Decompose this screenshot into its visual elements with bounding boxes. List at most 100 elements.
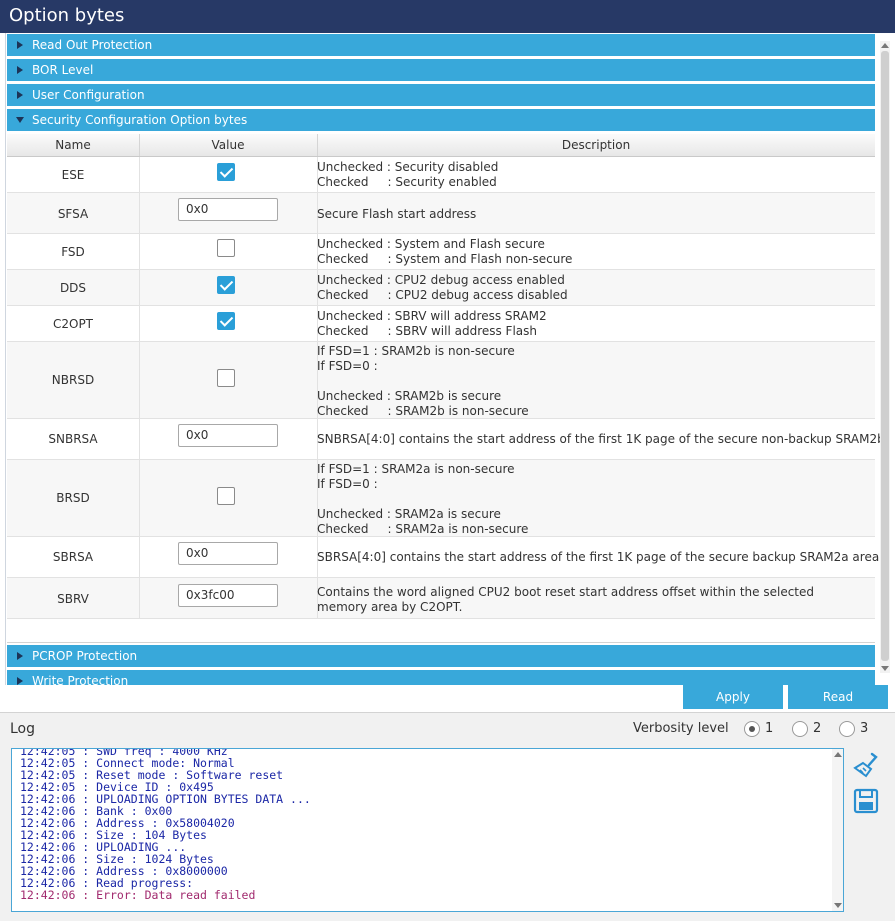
expand-arrow-icon [17, 91, 23, 99]
section-user-configuration[interactable]: User Configuration [7, 84, 875, 106]
scroll-down-icon[interactable] [881, 666, 889, 671]
section-label: Read Out Protection [32, 38, 153, 52]
fsd-checkbox[interactable] [217, 239, 235, 257]
option-name: SBRV [57, 592, 89, 606]
sfsa-input[interactable]: 0x0 [178, 198, 278, 221]
verbosity-level-label: 1 [765, 721, 774, 736]
scroll-down-icon[interactable] [834, 903, 842, 908]
cell-separator [139, 234, 140, 269]
column-header-name[interactable]: Name [7, 138, 139, 152]
c2opt-checkbox[interactable] [217, 312, 235, 330]
nbrsd-checkbox[interactable] [217, 369, 235, 387]
section-security-configuration[interactable]: Security Configuration Option bytes [7, 109, 875, 131]
title-bar: Option bytes [0, 0, 895, 33]
option-description: If FSD=1 : SRAM2a is non-secure If FSD=0… [317, 462, 529, 536]
option-name: ESE [61, 168, 85, 182]
option-name: SNBRSA [48, 432, 98, 446]
table-row: ESE Unchecked : Security disabled Checke… [7, 157, 875, 193]
log-title: Log [10, 721, 36, 737]
section-bor-level[interactable]: BOR Level [7, 59, 875, 81]
table-row: SBRV 0x3fc00 Contains the word aligned C… [7, 578, 875, 619]
cell-separator [139, 342, 140, 418]
option-name: C2OPT [52, 317, 94, 331]
verbosity-radio-2[interactable] [792, 721, 808, 737]
section-read-out-protection[interactable]: Read Out Protection [7, 34, 875, 56]
table-row: FSD Unchecked : System and Flash secure … [7, 234, 875, 270]
section-write-protection[interactable]: Write Protection [7, 670, 875, 685]
cell-separator [139, 193, 140, 233]
cell-separator [139, 578, 140, 618]
table-row: BRSD If FSD=1 : SRAM2a is non-secure If … [7, 460, 875, 537]
table-row: SBRSA 0x0 SBRSA[4:0] contains the start … [7, 537, 884, 578]
sbrsa-input[interactable]: 0x0 [178, 542, 278, 565]
collapse-arrow-icon [16, 117, 24, 123]
floppy-disk-icon[interactable] [852, 787, 880, 815]
read-button[interactable]: Read [788, 685, 888, 709]
cell-separator [139, 419, 140, 459]
sbrv-input[interactable]: 0x3fc00 [178, 584, 278, 607]
expand-arrow-icon [17, 66, 23, 74]
section-label: PCROP Protection [32, 649, 138, 663]
log-scrollbar[interactable] [832, 749, 843, 911]
option-description: If FSD=1 : SRAM2b is non-secure If FSD=0… [317, 344, 529, 418]
option-name: DDS [59, 281, 87, 295]
table-row: SFSA 0x0 Secure Flash start address [7, 193, 875, 234]
option-description: Unchecked : CPU2 debug access enabled Ch… [317, 273, 568, 302]
grid-header: Name Value Description [7, 134, 875, 157]
brsd-checkbox[interactable] [217, 487, 235, 505]
column-separator [139, 134, 140, 156]
section-label: Security Configuration Option bytes [32, 113, 248, 127]
option-bytes-panel: Read Out Protection BOR Level User Confi… [5, 33, 890, 685]
verbosity-level-label: 3 [860, 721, 869, 736]
scroll-up-icon[interactable] [834, 752, 842, 757]
option-name: NBRSD [51, 373, 95, 387]
dds-checkbox[interactable] [217, 276, 235, 294]
option-name: FSD [61, 245, 85, 259]
option-name: BRSD [56, 491, 90, 505]
panel-scrollbar[interactable] [880, 41, 890, 673]
option-description: SBRSA[4:0] contains the start address of… [317, 550, 884, 564]
section-label: BOR Level [32, 63, 94, 77]
expand-arrow-icon [17, 41, 23, 49]
verbosity-radio-1[interactable] [744, 721, 760, 737]
cell-separator [139, 306, 140, 341]
section-label: User Configuration [32, 88, 145, 102]
ese-checkbox[interactable] [217, 163, 235, 181]
table-row: C2OPT Unchecked : SBRV will address SRAM… [7, 306, 875, 342]
snbrsa-input[interactable]: 0x0 [178, 424, 278, 447]
option-description: Unchecked : SBRV will address SRAM2 Chec… [317, 309, 547, 338]
expand-arrow-icon [17, 652, 23, 660]
security-options-grid: Name Value Description ESE Unchecked : S… [7, 134, 890, 643]
column-header-value[interactable]: Value [139, 138, 317, 152]
cell-separator [139, 157, 140, 192]
option-description: SNBRSA[4:0] contains the start address o… [317, 432, 890, 446]
option-name: SBRSA [52, 550, 94, 564]
cell-separator [139, 537, 140, 577]
log-line-error: 12:42:06 : Error: Data read failed [20, 888, 256, 902]
verbosity-radio-3[interactable] [839, 721, 855, 737]
option-description: Contains the word aligned CPU2 boot rese… [317, 585, 815, 614]
option-description: Unchecked : System and Flash secure Chec… [317, 237, 573, 266]
log-output[interactable]: 12:42:05 : SWD freq : 4000 KHz 12:42:05 … [11, 748, 844, 912]
section-pcrop-protection[interactable]: PCROP Protection [7, 645, 875, 667]
window-title: Option bytes [9, 5, 125, 26]
expand-arrow-icon [17, 677, 23, 685]
column-separator [317, 134, 318, 156]
table-row: SNBRSA 0x0 SNBRSA[4:0] contains the star… [7, 419, 890, 460]
verbosity-level-label: 2 [813, 721, 822, 736]
verbosity-label: Verbosity level [633, 721, 729, 736]
table-row: DDS Unchecked : CPU2 debug access enable… [7, 270, 875, 306]
scrollbar-thumb[interactable] [881, 51, 889, 661]
option-description: Unchecked : Security disabled Checked : … [317, 160, 499, 189]
broom-icon[interactable] [852, 751, 880, 779]
section-label: Write Protection [32, 674, 129, 685]
option-name: SFSA [57, 207, 89, 221]
column-header-description[interactable]: Description [317, 138, 875, 152]
table-row: NBRSD If FSD=1 : SRAM2b is non-secure If… [7, 342, 875, 419]
log-panel: Log Verbosity level 1 2 3 12:42:05 : SWD… [0, 712, 895, 921]
cell-separator [139, 270, 140, 305]
cell-separator [139, 460, 140, 536]
apply-button[interactable]: Apply [683, 685, 783, 709]
scroll-up-icon[interactable] [881, 43, 889, 48]
option-description: Secure Flash start address [317, 207, 477, 221]
